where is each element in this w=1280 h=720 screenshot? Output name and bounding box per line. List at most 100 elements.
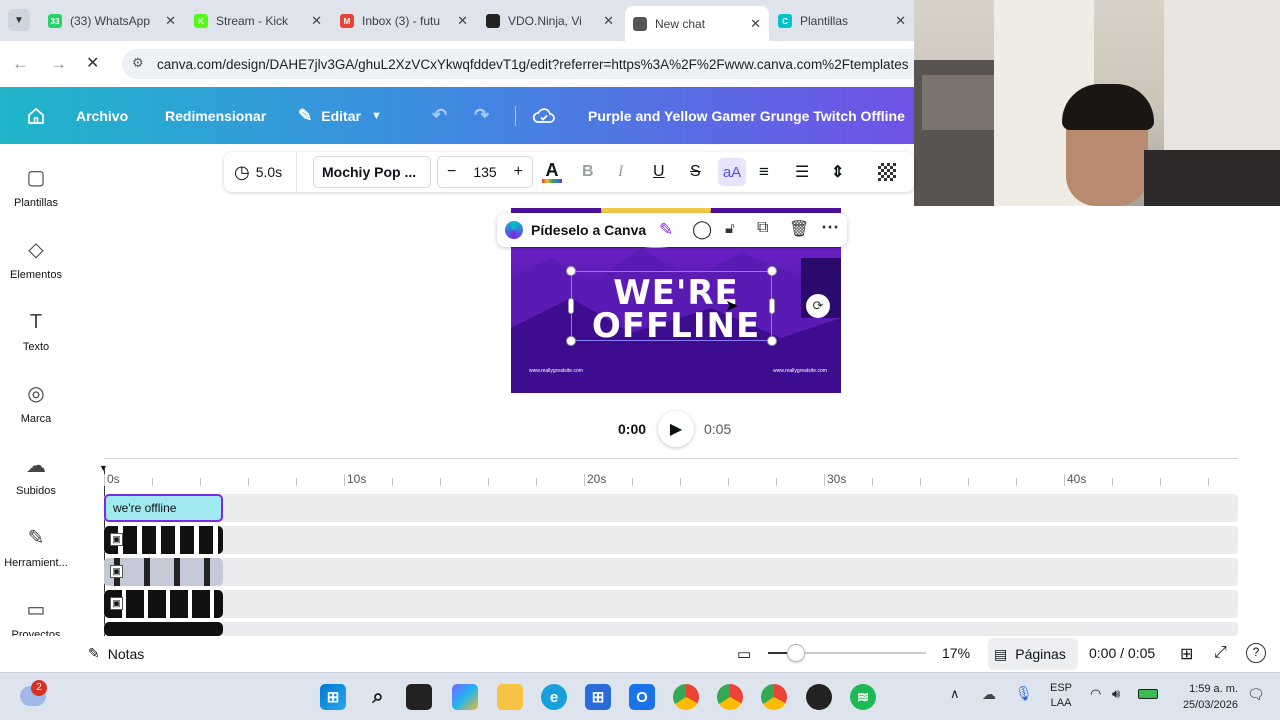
volume-icon[interactable]: 🔊︎ bbox=[1112, 686, 1120, 702]
tab-close-icon[interactable]: ✕ bbox=[457, 13, 468, 29]
chrome-icon[interactable] bbox=[761, 684, 787, 710]
image-clip[interactable] bbox=[104, 622, 223, 636]
font-family-dropdown[interactable]: Mochiy Pop ... bbox=[313, 156, 431, 188]
home-icon[interactable] bbox=[20, 87, 52, 144]
browser-tab[interactable]: VDO.Ninja, Vi ✕ bbox=[478, 6, 622, 36]
tray-chevron-icon[interactable]: ∧ bbox=[950, 686, 960, 702]
notifications-icon[interactable]: 🗨︎ bbox=[1247, 686, 1265, 703]
windows-start-icon[interactable]: ⊞ bbox=[320, 684, 346, 710]
sidebar-item[interactable]: ▢ Plantillas bbox=[0, 165, 72, 209]
outlook-icon[interactable]: O bbox=[629, 684, 655, 710]
tab-close-icon[interactable]: ✕ bbox=[311, 13, 322, 29]
font-size-value[interactable]: 135 bbox=[465, 164, 504, 180]
side-handle[interactable] bbox=[568, 298, 574, 314]
tab-list-chevron-icon[interactable]: ▼ bbox=[8, 9, 30, 31]
sidebar-item[interactable]: ▭ Proyectos bbox=[0, 597, 72, 641]
resize-handle[interactable] bbox=[566, 266, 576, 276]
cloud-saved-icon[interactable] bbox=[532, 87, 556, 144]
spacing-icon[interactable]: ⇕ bbox=[831, 152, 844, 192]
grid-view-icon[interactable]: ⊞ bbox=[1180, 644, 1193, 664]
forward-arrow-icon[interactable]: → bbox=[50, 54, 67, 74]
image-clip[interactable]: ▣ bbox=[104, 526, 223, 554]
zoom-value[interactable]: 17% bbox=[942, 645, 970, 661]
tab-close-icon[interactable]: ✕ bbox=[750, 16, 761, 32]
design-title[interactable]: Purple and Yellow Gamer Grunge Twitch Of… bbox=[588, 87, 905, 144]
sidebar-item[interactable]: ✎ Herramient... bbox=[0, 525, 72, 569]
rotate-icon[interactable]: ⟳ bbox=[806, 294, 830, 318]
bold-icon[interactable]: B bbox=[582, 152, 594, 192]
sidebar-item[interactable]: ☁ Subidos bbox=[0, 453, 72, 497]
pages-icon: ▤ bbox=[994, 645, 1008, 662]
delete-icon[interactable]: 🗑︎ bbox=[789, 219, 809, 239]
lock-icon[interactable]: 🔓︎ bbox=[725, 220, 735, 237]
ask-canva-button[interactable]: Pídeselo a Canva bbox=[531, 222, 646, 238]
italic-icon[interactable]: I bbox=[618, 152, 623, 192]
back-arrow-icon[interactable]: ← bbox=[12, 54, 29, 74]
zoom-slider-thumb[interactable] bbox=[787, 644, 806, 662]
tab-close-icon[interactable]: ✕ bbox=[895, 13, 906, 29]
battery-icon[interactable] bbox=[1138, 689, 1158, 699]
transparency-icon[interactable] bbox=[878, 152, 896, 192]
obs-icon[interactable] bbox=[806, 684, 832, 710]
tab-close-icon[interactable]: ✕ bbox=[603, 13, 614, 29]
increase-size-icon[interactable]: + bbox=[505, 163, 532, 181]
magic-edit-icon[interactable]: ✎ bbox=[659, 220, 673, 240]
text-color-icon[interactable]: A bbox=[542, 152, 562, 192]
browser-tab[interactable]: New chat ✕ bbox=[625, 6, 769, 41]
wifi-icon[interactable]: ◠ bbox=[1090, 686, 1101, 702]
browser-tab[interactable]: 33 (33) WhatsApp ✕ bbox=[40, 6, 184, 36]
clock[interactable]: 1:59 a. m. 25/03/2026 bbox=[1170, 681, 1238, 713]
browser-tab[interactable]: M Inbox (3) - futu ✕ bbox=[332, 6, 476, 36]
site-info-icon[interactable]: ⚙ bbox=[132, 55, 144, 71]
play-button[interactable]: ▶ bbox=[658, 411, 694, 447]
duplicate-icon[interactable]: ⧉ bbox=[757, 219, 768, 237]
list-icon[interactable]: ☰ bbox=[795, 152, 809, 192]
sidebar-item[interactable]: ◎ Marca bbox=[0, 381, 72, 425]
edge-icon[interactable]: e bbox=[541, 684, 567, 710]
address-bar[interactable]: ⚙ canva.com/design/DAHE7jlv3GA/ghuL2XzVC… bbox=[122, 49, 914, 79]
task-view-icon[interactable] bbox=[406, 684, 432, 710]
underline-icon[interactable]: U bbox=[653, 152, 665, 192]
microphone-icon[interactable]: 🎙︎ bbox=[1015, 685, 1033, 702]
more-options-icon[interactable]: ⋯ bbox=[821, 217, 839, 238]
chrome-icon[interactable] bbox=[673, 684, 699, 710]
sidebar-item[interactable]: ◇ Elementos bbox=[0, 237, 72, 281]
copilot-icon[interactable] bbox=[452, 684, 478, 710]
stop-loading-icon[interactable]: ✕ bbox=[86, 53, 99, 73]
chrome-icon[interactable] bbox=[717, 684, 743, 710]
onedrive-icon[interactable]: ☁ bbox=[982, 686, 996, 703]
browser-tab[interactable]: K Stream - Kick ✕ bbox=[186, 6, 330, 36]
align-center-icon[interactable]: ≡ bbox=[759, 152, 769, 192]
comment-icon[interactable]: ◯ bbox=[692, 219, 712, 240]
image-clip[interactable]: ▣ bbox=[104, 558, 223, 586]
resize-handle[interactable] bbox=[767, 336, 777, 346]
spotify-icon[interactable]: ≋ bbox=[850, 684, 876, 710]
redimensionar-button[interactable]: Redimensionar bbox=[165, 87, 266, 144]
file-explorer-icon[interactable] bbox=[497, 684, 523, 710]
strikethrough-icon[interactable]: S bbox=[690, 152, 701, 192]
language-indicator[interactable]: ESP LAA bbox=[1050, 681, 1072, 711]
decrease-size-icon[interactable]: − bbox=[438, 163, 465, 181]
browser-tab[interactable]: C Plantillas ✕ bbox=[770, 6, 914, 36]
editar-menu[interactable]: ✎ Editar ▼ bbox=[298, 87, 382, 144]
archivo-menu[interactable]: Archivo bbox=[76, 87, 128, 144]
duration-button[interactable]: ◷ 5.0s bbox=[234, 152, 298, 192]
undo-icon[interactable]: ↶ bbox=[432, 87, 447, 144]
pages-button[interactable]: ▤ Páginas bbox=[988, 638, 1078, 670]
page-view-icon[interactable]: ▭ bbox=[737, 645, 751, 663]
resize-handle[interactable] bbox=[767, 266, 777, 276]
store-icon[interactable]: ⊞ bbox=[585, 684, 611, 710]
search-icon[interactable]: ⌕ bbox=[365, 684, 391, 710]
image-clip[interactable]: ▣ bbox=[104, 590, 223, 618]
letter-case-button[interactable]: aA bbox=[718, 158, 746, 186]
redo-icon[interactable]: ↷ bbox=[474, 87, 489, 144]
resize-handle[interactable] bbox=[566, 336, 576, 346]
sidebar-item[interactable]: T Texto bbox=[0, 309, 72, 353]
help-icon[interactable]: ? bbox=[1246, 643, 1266, 663]
side-handle[interactable] bbox=[769, 298, 775, 314]
selection-box[interactable] bbox=[571, 271, 772, 341]
text-clip[interactable]: we're offline bbox=[104, 494, 223, 522]
notes-button[interactable]: ✎ Notas bbox=[88, 645, 144, 662]
tab-close-icon[interactable]: ✕ bbox=[165, 13, 176, 29]
fullscreen-icon[interactable]: ⤢ bbox=[1214, 644, 1227, 662]
